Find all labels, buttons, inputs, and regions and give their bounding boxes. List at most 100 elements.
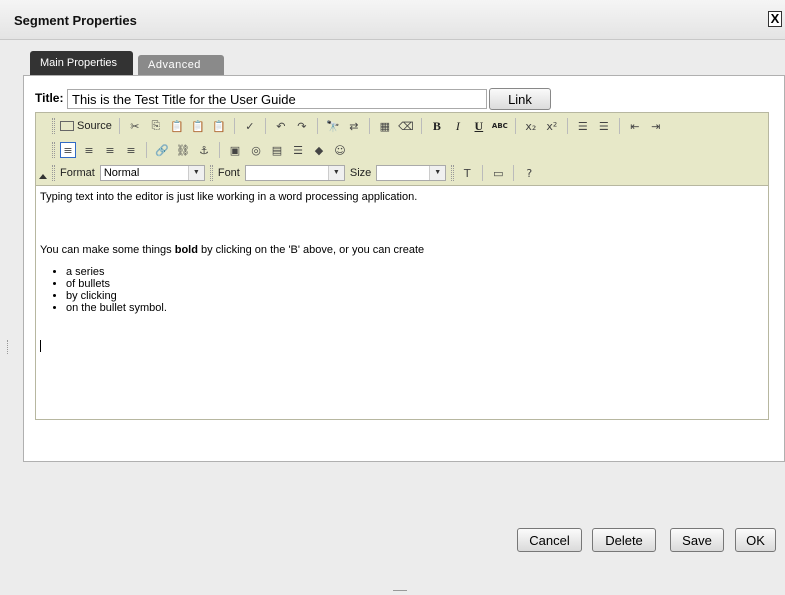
toolbar-separator (420, 118, 422, 134)
bullet-list: a series of bullets by clicking on the b… (52, 266, 167, 314)
flash-icon[interactable]: ◎ (248, 142, 264, 158)
special-char-icon[interactable]: ◆ (311, 142, 327, 158)
paste-text-icon[interactable]: 📋 (190, 118, 206, 134)
toolbar-row-3: Format Normal ▼ Font ▼ Size ▼ T ▭ ? (52, 163, 537, 183)
find-icon[interactable]: 🔭 (325, 118, 341, 134)
toolbar-separator (233, 118, 235, 134)
maximize-icon[interactable]: ▭ (490, 165, 506, 181)
toolbar-separator (482, 165, 484, 181)
toolbar-row-2: ≡ ≡ ≡ ≡ 🔗 ⛓ ⚓ ▣ ◎ ▤ ☰ ◆ ☺ (52, 140, 348, 160)
toolbar-separator (146, 142, 147, 158)
source-icon (60, 121, 74, 131)
unlink-icon[interactable]: ⛓ (175, 142, 191, 158)
toolbar-separator (316, 118, 318, 134)
paste-icon[interactable]: 📋 (169, 118, 185, 134)
toolbar-grip (209, 165, 213, 181)
copy-icon[interactable]: ⎘ (148, 118, 164, 134)
chevron-down-icon: ▼ (187, 166, 204, 180)
image-icon[interactable]: ▣ (227, 142, 243, 158)
ok-button[interactable]: OK (735, 528, 776, 552)
subscript-button[interactable]: x₂ (523, 118, 539, 134)
toolbar-collapse-icon[interactable] (39, 174, 47, 179)
toolbar-grip (52, 165, 55, 181)
tab-advanced[interactable]: Advanced (138, 55, 224, 75)
undo-icon[interactable]: ↶ (273, 118, 289, 134)
strikethrough-button[interactable]: ABC (492, 118, 508, 134)
list-item: of bullets (66, 278, 167, 290)
toolbar-separator (618, 118, 620, 134)
close-icon[interactable]: X (768, 11, 782, 27)
toolbar-row-1: Source ✂ ⎘ 📋 📋 📋 ✓ ↶ ↷ 🔭 ⇄ ▦ ⌫ B I U ABC… (52, 116, 664, 136)
content-paragraph: Typing text into the editor is just like… (40, 191, 418, 203)
remove-format-icon[interactable]: ⌫ (398, 118, 414, 134)
link-icon[interactable]: 🔗 (154, 142, 170, 158)
paragraph-text: You can make some things (40, 244, 175, 256)
outdent-icon[interactable]: ⇤ (627, 118, 643, 134)
font-select[interactable]: ▼ (244, 165, 345, 181)
toolbar-grip (451, 165, 455, 181)
content-paragraph: You can make some things bold by clickin… (40, 244, 424, 256)
replace-icon[interactable]: ⇄ (346, 118, 362, 134)
text-color-icon[interactable]: T (459, 165, 475, 181)
resize-handle[interactable] (393, 590, 407, 591)
toolbar-separator (118, 118, 120, 134)
align-right-icon[interactable]: ≡ (102, 142, 118, 158)
paragraph-text: by clicking on the 'B' above, or you can… (197, 244, 425, 256)
underline-button[interactable]: U (471, 118, 487, 134)
tab-main-properties[interactable]: Main Properties (30, 51, 133, 75)
list-item: a series (66, 266, 167, 278)
source-label: Source (77, 120, 112, 132)
title-label: Title: (35, 91, 64, 105)
source-button[interactable]: Source (60, 120, 112, 132)
text-caret (40, 340, 41, 352)
list-item: by clicking (66, 290, 167, 302)
spellcheck-icon[interactable]: ✓ (242, 118, 258, 134)
rich-text-editor: Source ✂ ⎘ 📋 📋 📋 ✓ ↶ ↷ 🔭 ⇄ ▦ ⌫ B I U ABC… (35, 112, 769, 420)
toolbar-separator (264, 118, 266, 134)
toolbar-grip (52, 118, 55, 134)
list-item: on the bullet symbol. (66, 302, 167, 314)
indent-icon[interactable]: ⇥ (648, 118, 664, 134)
smiley-icon[interactable]: ☺ (332, 142, 348, 158)
toolbar-separator (219, 142, 220, 158)
align-center-icon[interactable]: ≡ (81, 142, 97, 158)
horizontal-rule-icon[interactable]: ☰ (290, 142, 306, 158)
numbered-list-icon[interactable]: ☰ (575, 118, 591, 134)
toolbar-separator (514, 118, 516, 134)
toolbar-separator (513, 165, 515, 181)
main-properties-panel: Title: Link Source ✂ ⎘ 📋 📋 📋 ✓ ↶ (23, 75, 785, 462)
italic-button[interactable]: I (450, 118, 466, 134)
cut-icon[interactable]: ✂ (127, 118, 143, 134)
anchor-icon[interactable]: ⚓ (196, 142, 212, 158)
chevron-down-icon: ▼ (429, 166, 446, 180)
bulleted-list-icon[interactable]: ☰ (596, 118, 612, 134)
format-select[interactable]: Normal ▼ (99, 165, 205, 181)
editor-content-area[interactable]: Typing text into the editor is just like… (36, 187, 768, 419)
bold-text: bold (174, 244, 198, 256)
help-icon[interactable]: ? (521, 165, 537, 181)
align-left-icon[interactable]: ≡ (60, 142, 76, 158)
cancel-button[interactable]: Cancel (517, 528, 582, 552)
toolbar-grip (52, 142, 55, 158)
align-justify-icon[interactable]: ≡ (123, 142, 139, 158)
title-input[interactable] (67, 89, 487, 109)
paste-word-icon[interactable]: 📋 (211, 118, 227, 134)
format-label: Format (60, 167, 95, 179)
save-button[interactable]: Save (670, 528, 724, 552)
size-select[interactable]: ▼ (376, 165, 447, 181)
bold-button[interactable]: B (429, 118, 445, 134)
superscript-button[interactable]: x² (544, 118, 560, 134)
delete-button[interactable]: Delete (592, 528, 656, 552)
resize-grip[interactable] (7, 340, 9, 354)
dialog-title: Segment Properties (14, 13, 137, 28)
chevron-down-icon: ▼ (327, 166, 344, 180)
redo-icon[interactable]: ↷ (294, 118, 310, 134)
format-value: Normal (103, 167, 140, 179)
table-icon[interactable]: ▤ (269, 142, 285, 158)
dialog-titlebar: Segment Properties X (0, 0, 785, 40)
select-all-icon[interactable]: ▦ (377, 118, 393, 134)
link-button[interactable]: Link (489, 88, 551, 110)
editor-toolbar: Source ✂ ⎘ 📋 📋 📋 ✓ ↶ ↷ 🔭 ⇄ ▦ ⌫ B I U ABC… (36, 113, 768, 186)
dialog-body: Main Properties Advanced Title: Link Sou… (0, 40, 785, 595)
font-label: Font (217, 167, 240, 179)
